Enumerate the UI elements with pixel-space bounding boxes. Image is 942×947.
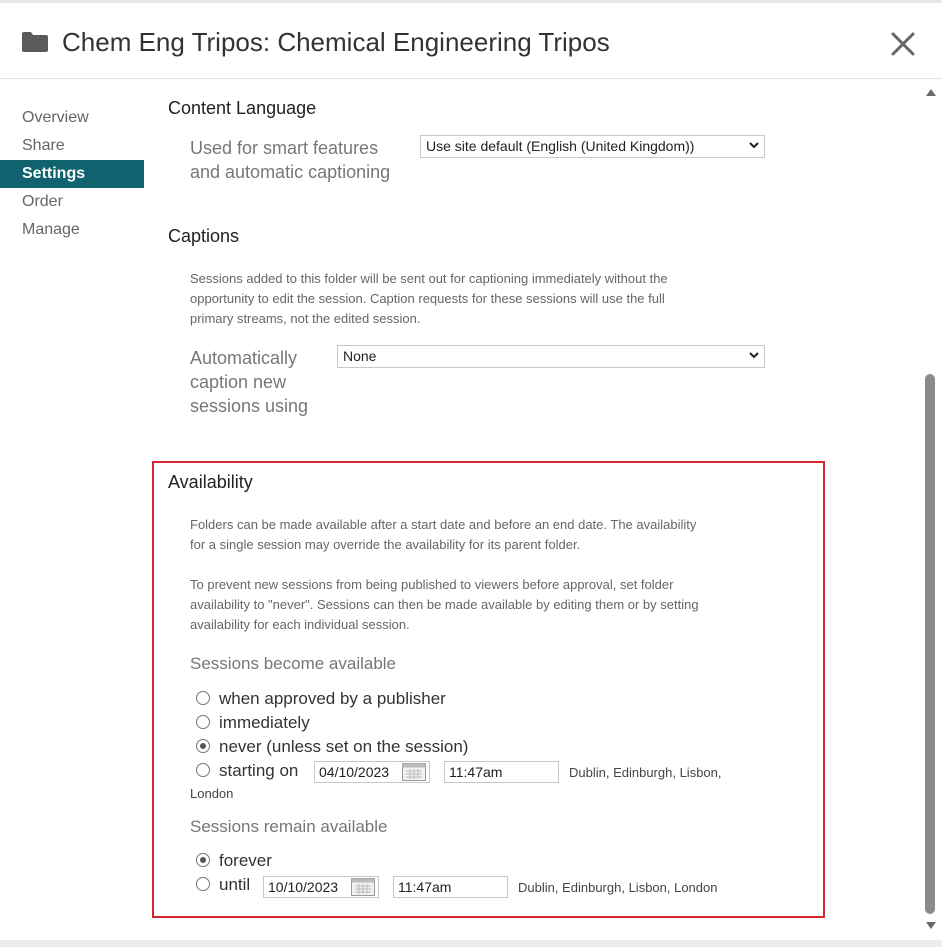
remain-available-label: Sessions remain available [190, 817, 388, 836]
caption-provider-select[interactable]: None [337, 345, 765, 368]
radio-immediately[interactable] [196, 715, 210, 729]
end-time-input[interactable]: 11:47am [393, 876, 508, 898]
availability-desc-line4: availability to "never". Sessions can th… [190, 597, 699, 612]
sidebar-item-share[interactable]: Share [0, 132, 144, 160]
radio-starting-on-label: starting on [219, 761, 299, 780]
sidebar-item-manage[interactable]: Manage [0, 216, 144, 244]
close-icon[interactable] [886, 27, 920, 61]
start-time-value: 11:47am [449, 764, 503, 780]
sidebar-nav: Overview Share Settings Order Manage [0, 104, 144, 244]
availability-desc-line1: Folders can be made available after a st… [190, 517, 697, 532]
sidebar-item-settings[interactable]: Settings [0, 160, 144, 188]
calendar-icon[interactable] [351, 878, 375, 896]
radio-approved-by-publisher[interactable] [196, 691, 210, 705]
start-timezone-line1: Dublin, Edinburgh, Lisbon, [569, 765, 722, 780]
captions-desc-line3: primary streams, not the edited session. [190, 311, 421, 326]
content-language-label-line1: Used for smart features [190, 138, 379, 158]
folder-icon [22, 32, 48, 52]
radio-immediately-label: immediately [219, 713, 310, 732]
availability-desc-line3: To prevent new sessions from being publi… [190, 577, 674, 592]
dialog-bottom-edge [0, 940, 942, 947]
scroll-down-arrow-icon[interactable] [926, 922, 936, 930]
sidebar-item-overview[interactable]: Overview [0, 104, 144, 132]
end-time-value: 11:47am [398, 879, 452, 895]
radio-forever[interactable] [196, 853, 210, 867]
calendar-icon[interactable] [402, 763, 426, 781]
radio-until-label: until [219, 875, 251, 894]
availability-desc-line5: availability for each individual session… [190, 617, 410, 632]
captions-desc-line2: opportunity to edit the session. Caption… [190, 291, 665, 306]
start-time-input[interactable]: 11:47am [444, 761, 559, 783]
caption-provider-label-line2: caption new [190, 372, 287, 392]
end-timezone: Dublin, Edinburgh, Lisbon, London [518, 880, 718, 895]
availability-heading: Availability [168, 472, 253, 492]
radio-never-label: never (unless set on the session) [219, 737, 469, 756]
end-date-value: 10/10/2023 [268, 879, 339, 895]
scrollbar[interactable] [922, 80, 940, 940]
caption-provider-label-line3: sessions using [190, 396, 309, 416]
sidebar-item-order[interactable]: Order [0, 188, 144, 216]
radio-approved-label: when approved by a publisher [219, 689, 446, 708]
radio-until[interactable] [196, 877, 210, 891]
dialog-header: Chem Eng Tripos: Chemical Engineering Tr… [0, 0, 942, 79]
captions-heading: Captions [168, 226, 240, 246]
scrollbar-thumb[interactable] [925, 374, 935, 914]
start-timezone-line2: London [190, 786, 234, 801]
chevron-down-icon [749, 142, 759, 149]
captions-desc-line1: Sessions added to this folder will be se… [190, 271, 668, 286]
radio-never[interactable] [196, 739, 210, 753]
radio-starting-on[interactable] [196, 763, 210, 777]
caption-provider-selected: None [343, 348, 377, 364]
scroll-up-arrow-icon[interactable] [926, 88, 936, 96]
chevron-down-icon [749, 352, 759, 359]
content-language-heading: Content Language [168, 98, 317, 118]
content-language-selected: Use site default (English (United Kingdo… [426, 138, 695, 154]
availability-desc-line2: for a single session may override the av… [190, 537, 581, 552]
dialog-title: Chem Eng Tripos: Chemical Engineering Tr… [62, 27, 610, 57]
caption-provider-label-line1: Automatically [190, 348, 298, 368]
radio-forever-label: forever [219, 851, 272, 870]
content-language-label-line2: and automatic captioning [190, 162, 391, 182]
start-date-value: 04/10/2023 [319, 764, 390, 780]
become-available-label: Sessions become available [190, 654, 397, 673]
content-language-select[interactable]: Use site default (English (United Kingdo… [420, 135, 765, 158]
